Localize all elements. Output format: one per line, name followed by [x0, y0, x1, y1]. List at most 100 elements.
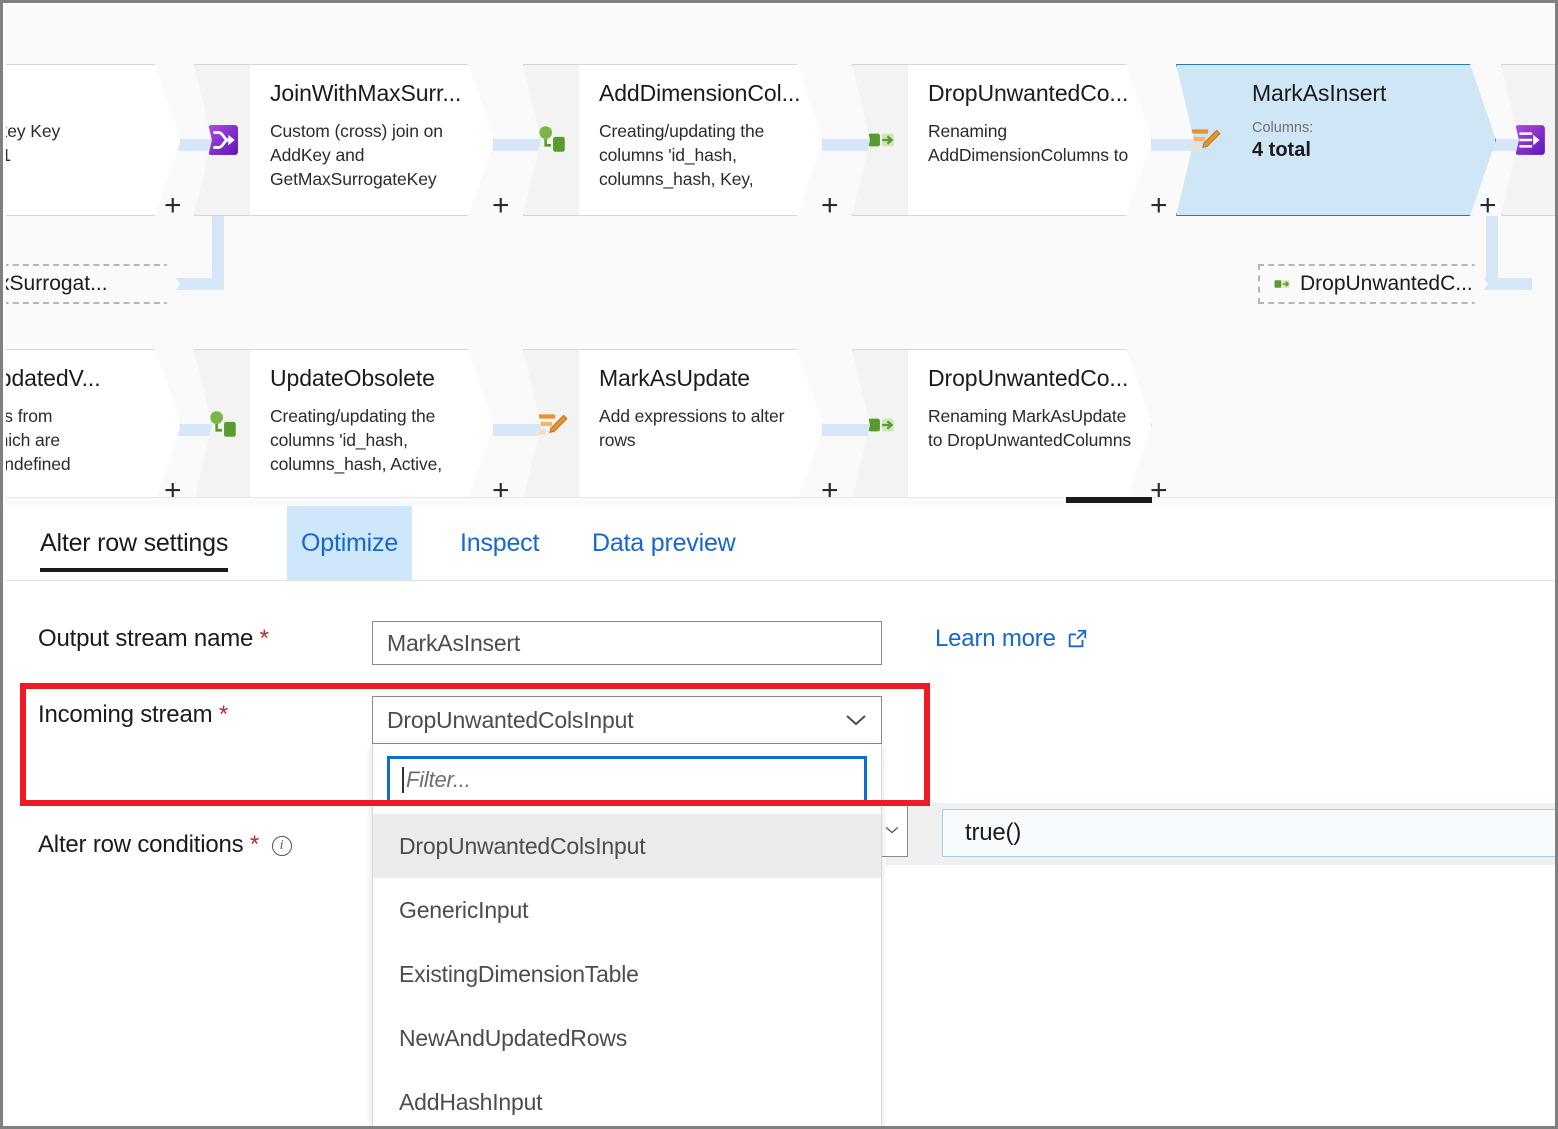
node-columns-value: 4 total [1252, 139, 1311, 161]
node-description: g rows from ed which are g in undefined [8, 406, 71, 474]
node-description: Creating/updating the columns 'id_hash, … [270, 406, 443, 474]
option-label: GenericInput [399, 896, 529, 923]
expression-value: true() [965, 819, 1022, 846]
tab-alter-row-settings[interactable]: Alter row settings [26, 506, 242, 580]
canvas-hscrollbar-thumb[interactable] [1066, 497, 1152, 503]
add-node-plus[interactable]: + [164, 191, 182, 221]
flow-node-adddimensioncolumns[interactable]: AddDimensionCol... Creating/updating the… [523, 64, 823, 216]
dropdown-filter-wrap: Filter... [373, 744, 881, 814]
node-title: UpdateObsolete [270, 365, 435, 391]
required-asterisk: * [218, 701, 229, 728]
flow-node-dropunwantedcolumns[interactable]: DropUnwantedCo... Renaming AddDimensionC… [852, 64, 1152, 216]
node-icon-pane [1176, 64, 1232, 216]
output-stream-name-label: Output stream name * [38, 625, 269, 653]
flow-node-markasinsert[interactable]: MarkAsInsert Columns: 4 total [1176, 64, 1496, 216]
stream-pill-getmaxsurrogatekey[interactable]: GetMaxSurrogat... [6, 264, 180, 304]
label-text: Alter row conditions [38, 831, 244, 858]
node-title: DropUnwantedCo... [928, 365, 1129, 391]
required-asterisk: * [259, 625, 269, 652]
tab-optimize[interactable]: Optimize [287, 506, 413, 580]
dropdown-option-dropunwantedcolsinput[interactable]: DropUnwantedColsInput [373, 814, 881, 878]
flow-node-dropunwantedcolumns2[interactable]: DropUnwantedCo... Renaming MarkAsUpdate … [852, 349, 1152, 501]
flow-node-lookupforupdatedversions[interactable]: orUpdatedV... g rows from ed which are g… [6, 349, 181, 501]
add-node-plus[interactable]: + [1150, 191, 1168, 221]
filter-placeholder: Filter... [406, 767, 471, 792]
add-node-plus[interactable]: + [821, 191, 839, 221]
label-text: Output stream name [38, 625, 254, 652]
node-title: DropUnwantedCo... [928, 80, 1129, 106]
node-title: MarkAsInsert [1252, 80, 1387, 106]
select-icon [1272, 274, 1292, 294]
incoming-stream-label: Incoming stream * [38, 701, 228, 729]
alter-row-settings-panel: Output stream name * MarkAsInsert Learn … [6, 581, 1555, 1126]
option-label: DropUnwantedColsInput [399, 832, 646, 859]
option-label: NewAndUpdatedRows [399, 1024, 628, 1051]
external-link-icon [1068, 629, 1086, 648]
node-title: orUpdatedV... [11, 365, 101, 391]
node-title: JoinWithMaxSurr... [270, 80, 462, 106]
data-flow-canvas[interactable]: ey new key Key from 1 + Join [6, 6, 1555, 506]
node-icon-pane [852, 349, 908, 501]
chevron-down-icon [846, 715, 866, 726]
add-node-plus[interactable]: + [492, 191, 510, 221]
learn-more-label: Learn more [935, 625, 1056, 652]
dropdown-option-genericinput[interactable]: GenericInput [373, 878, 881, 942]
node-description: Custom (cross) join on AddKey and GetMax… [270, 121, 443, 189]
incoming-stream-combobox[interactable]: DropUnwantedColsInput [372, 696, 882, 744]
canvas-hscrollbar[interactable] [6, 497, 1555, 506]
stream-pill-label: DropUnwantedC... [1300, 272, 1473, 295]
alter-row-conditions-label: Alter row conditions * i [38, 831, 292, 859]
flow-node-updateobsolete[interactable]: UpdateObsolete Creating/updating the col… [194, 349, 494, 501]
node-body: MarkAsUpdate Add expressions to alter ro… [579, 349, 823, 501]
dropdown-option-addhashinput[interactable]: AddHashInput [373, 1070, 881, 1126]
alter-row-icon [1190, 129, 1221, 150]
node-title: ey [6, 79, 164, 107]
flow-node-addkey[interactable]: ey new key Key from 1 [6, 64, 181, 216]
dropdown-option-newandupdatedrows[interactable]: NewAndUpdatedRows [373, 1006, 881, 1070]
tab-label: Optimize [301, 528, 399, 557]
tab-data-preview[interactable]: Data preview [578, 506, 750, 580]
output-stream-name-input[interactable]: MarkAsInsert [372, 621, 882, 665]
alter-row-condition-expression[interactable]: true() [942, 809, 1555, 857]
wire-elbow [1492, 278, 1532, 290]
node-icon-pane [852, 64, 908, 216]
node-title: MarkAsUpdate [599, 365, 750, 391]
add-node-plus[interactable]: + [1479, 191, 1497, 221]
stream-pill-dropunwantedcols[interactable]: DropUnwantedC... [1258, 264, 1488, 304]
node-icon-pane [523, 349, 579, 501]
node-description: Renaming AddDimensionColumns to [928, 121, 1129, 165]
label-text: Incoming stream [38, 701, 213, 728]
node-body: MarkAsInsert Columns: 4 total [1232, 64, 1496, 216]
dropdown-option-existingdimensiontable[interactable]: ExistingDimensionTable [373, 942, 881, 1006]
flow-node-markasupdate[interactable]: MarkAsUpdate Add expressions to alter ro… [523, 349, 823, 501]
node-columns-label: Columns: [1252, 120, 1314, 136]
dropdown-filter-input[interactable]: Filter... [387, 756, 867, 804]
learn-more-link[interactable]: Learn more [935, 625, 1088, 653]
node-body: UpdateObsolete Creating/updating the col… [250, 349, 494, 501]
wire-elbow [212, 216, 224, 286]
flow-node-union[interactable] [1501, 64, 1555, 216]
select-icon [867, 133, 894, 147]
node-title: AddDimensionCol... [599, 80, 801, 106]
stream-pill-label: GetMaxSurrogat... [9, 272, 108, 295]
chevron-down-icon [885, 826, 899, 834]
node-icon-pane [523, 64, 579, 216]
flow-node-joinwithmaxsurrogatekey[interactable]: JoinWithMaxSurr... Custom (cross) join o… [194, 64, 494, 216]
node-body: JoinWithMaxSurr... Custom (cross) join o… [250, 64, 494, 216]
node-icon-pane [1501, 64, 1555, 216]
output-stream-name-value: MarkAsInsert [387, 629, 521, 656]
select-icon [867, 418, 894, 432]
derived-column-icon [209, 411, 236, 437]
node-icon-pane [194, 64, 250, 216]
tab-inspect[interactable]: Inspect [446, 506, 553, 580]
incoming-stream-value: DropUnwantedColsInput [387, 706, 634, 733]
node-description: Add expressions to alter rows [599, 406, 785, 450]
node-body: ey new key Key from 1 [6, 64, 181, 216]
info-icon[interactable]: i [271, 836, 292, 856]
union-icon [1514, 125, 1545, 155]
incoming-stream-dropdown[interactable]: Filter... DropUnwantedColsInput GenericI… [372, 744, 882, 1126]
tab-label: Alter row settings [40, 528, 229, 557]
node-description: Renaming MarkAsUpdate to DropUnwantedCol… [928, 406, 1132, 450]
text-caret [402, 767, 404, 793]
node-description: new key Key from 1 [7, 121, 61, 141]
